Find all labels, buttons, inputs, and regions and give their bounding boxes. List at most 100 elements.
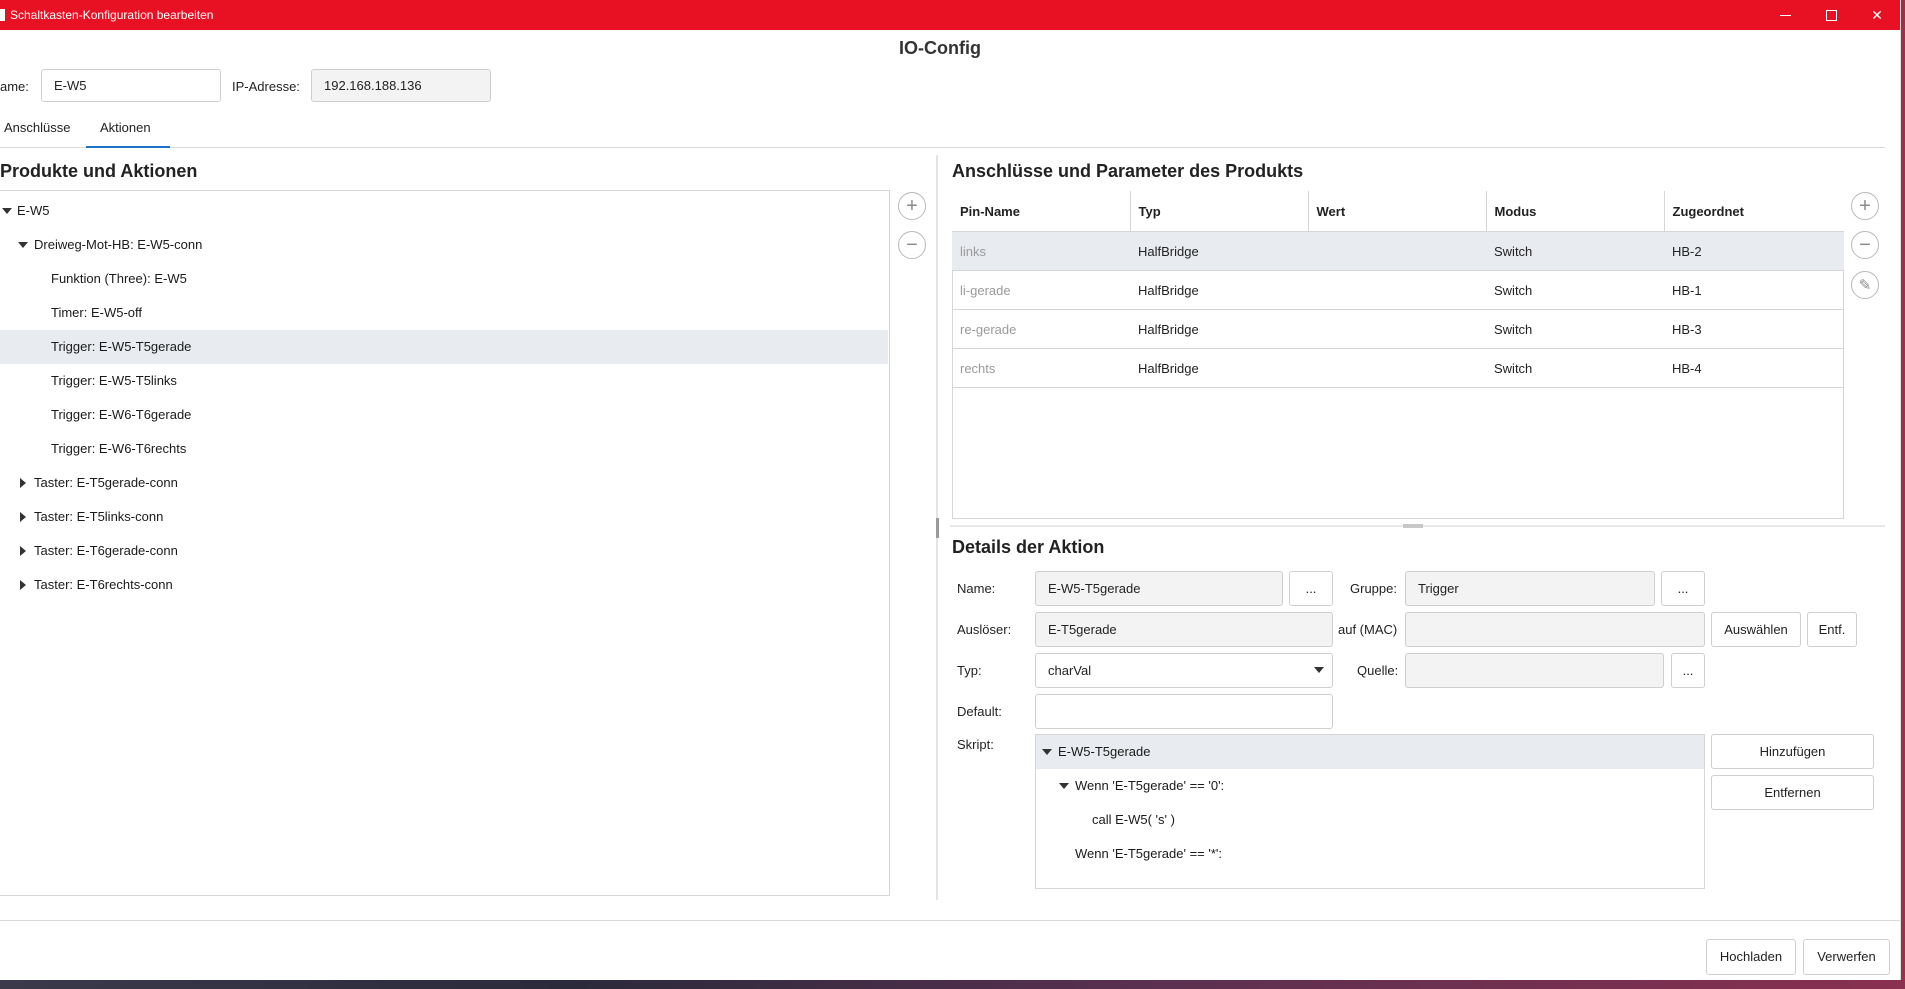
remove-pin-button[interactable]: −: [1851, 231, 1879, 259]
add-product-button[interactable]: +: [898, 192, 926, 220]
entfernen-button[interactable]: Entfernen: [1711, 775, 1874, 810]
table-row[interactable]: links HalfBridge Switch HB-2: [952, 231, 1844, 271]
tree-item[interactable]: Trigger: E-W5-T5links: [0, 364, 888, 398]
gruppe-browse-button[interactable]: ...: [1661, 571, 1705, 606]
auswaehlen-button[interactable]: Auswählen: [1711, 612, 1801, 647]
pin-name-cell: rechts: [952, 348, 1130, 388]
tree-item[interactable]: Taster: E-T5links-conn: [0, 500, 888, 534]
column-header[interactable]: Wert: [1308, 191, 1487, 232]
tree-item-label: Funktion (Three): E-W5: [51, 271, 187, 286]
app-icon: [0, 9, 5, 21]
wert-cell[interactable]: [1308, 348, 1486, 388]
chevron-right-icon[interactable]: [20, 546, 26, 556]
entf-button[interactable]: Entf.: [1807, 612, 1857, 647]
chevron-right-icon[interactable]: [20, 580, 26, 590]
chevron-down-icon[interactable]: [2, 208, 12, 214]
column-header[interactable]: Zugeordnet: [1664, 191, 1844, 232]
ip-address-field[interactable]: 192.168.188.136: [311, 69, 491, 102]
chevron-down-icon[interactable]: [1042, 749, 1052, 755]
chevron-down-icon[interactable]: [18, 242, 28, 248]
tab-anschluesse[interactable]: Anschlüsse: [4, 120, 70, 135]
tree-item[interactable]: Taster: E-T6rechts-conn: [0, 568, 888, 602]
typ-select-value: charVal: [1048, 663, 1092, 678]
tree-item[interactable]: Taster: E-T5gerade-conn: [0, 466, 888, 500]
close-button[interactable]: ✕: [1854, 0, 1900, 30]
active-tab-indicator: [86, 146, 170, 148]
tree-item[interactable]: Timer: E-W5-off: [0, 296, 888, 330]
chevron-down-icon: [1314, 667, 1324, 673]
skript-label: Skript:: [957, 737, 994, 752]
chevron-down-icon[interactable]: [1059, 783, 1069, 789]
quelle-browse-button[interactable]: ...: [1671, 653, 1705, 688]
add-pin-button[interactable]: +: [1851, 192, 1879, 220]
action-name-browse-button[interactable]: ...: [1289, 571, 1333, 606]
quelle-label: Quelle:: [1357, 663, 1399, 678]
edit-pin-button[interactable]: ✎: [1851, 271, 1879, 299]
tree-item-label: Taster: E-T6rechts-conn: [34, 577, 173, 592]
modus-cell: Switch: [1486, 309, 1664, 349]
table-row[interactable]: rechts HalfBridge Switch HB-4: [952, 348, 1844, 388]
tree-item[interactable]: Dreiweg-Mot-HB: E-W5-conn: [0, 228, 888, 262]
tree-item[interactable]: Trigger: E-W6-T6rechts: [0, 432, 888, 466]
script-item[interactable]: Wenn 'E-T5gerade' == '0':: [1036, 769, 1704, 803]
tree-item-selected[interactable]: Trigger: E-W5-T5gerade: [0, 330, 888, 364]
gruppe-input[interactable]: Trigger: [1405, 571, 1655, 606]
minimize-button[interactable]: [1762, 0, 1808, 30]
action-name-label: Name:: [957, 581, 996, 596]
discard-button[interactable]: Verwerfen: [1803, 939, 1890, 975]
mac-input[interactable]: [1405, 612, 1705, 647]
typ-select[interactable]: charVal: [1035, 653, 1333, 688]
name-input[interactable]: E-W5: [41, 69, 221, 102]
tree-item-label: Trigger: E-W6-T6rechts: [51, 441, 187, 456]
plus-icon: +: [906, 195, 918, 217]
tab-aktionen[interactable]: Aktionen: [100, 120, 151, 135]
tab-bar-divider: [0, 147, 1885, 148]
tree-item-label: Trigger: E-W5-T5links: [51, 373, 177, 388]
splitter-grip[interactable]: [936, 518, 939, 538]
table-header-row: Pin-Name Typ Wert Modus Zugeordnet: [952, 191, 1844, 232]
action-details-title: Details der Aktion: [952, 537, 1105, 557]
typ-cell: HalfBridge: [1130, 348, 1308, 388]
horizontal-splitter-grip[interactable]: [1403, 524, 1423, 528]
column-header[interactable]: Typ: [1130, 191, 1309, 232]
ausloeser-input[interactable]: E-T5gerade: [1035, 612, 1333, 647]
minus-icon: −: [1859, 234, 1871, 256]
quelle-input[interactable]: [1405, 653, 1664, 688]
hinzufuegen-button[interactable]: Hinzufügen: [1711, 734, 1874, 769]
tree-item-label: Taster: E-T5links-conn: [34, 509, 164, 524]
tree-item[interactable]: Trigger: E-W6-T6gerade: [0, 398, 888, 432]
wert-cell[interactable]: [1308, 309, 1486, 349]
tree-item-label: Timer: E-W5-off: [51, 305, 143, 320]
tree-item-label: Taster: E-T6gerade-conn: [34, 543, 178, 558]
maximize-button[interactable]: [1808, 0, 1854, 30]
typ-cell: HalfBridge: [1130, 270, 1308, 310]
column-header[interactable]: Pin-Name: [952, 191, 1131, 232]
tree-item[interactable]: Taster: E-T6gerade-conn: [0, 534, 888, 568]
pin-name-cell: links: [952, 231, 1130, 271]
script-item-selected[interactable]: E-W5-T5gerade: [1036, 735, 1704, 769]
tree-item-label: Trigger: E-W6-T6gerade: [51, 407, 192, 422]
footer-divider: [0, 920, 1900, 921]
default-input[interactable]: [1035, 694, 1333, 729]
table-row[interactable]: re-gerade HalfBridge Switch HB-3: [952, 309, 1844, 349]
wert-cell[interactable]: [1308, 231, 1486, 271]
action-name-input[interactable]: E-W5-T5gerade: [1035, 571, 1283, 606]
modus-cell: Switch: [1486, 270, 1664, 310]
product-pins-title: Anschlüsse und Parameter des Produkts: [952, 161, 1304, 181]
script-item[interactable]: call E-W5( 's' ): [1036, 803, 1704, 837]
wert-cell[interactable]: [1308, 270, 1486, 310]
chevron-right-icon[interactable]: [20, 478, 26, 488]
products-actions-title: Produkte und Aktionen: [0, 161, 198, 181]
typ-cell: HalfBridge: [1130, 231, 1308, 271]
pin-name-cell: re-gerade: [952, 309, 1130, 349]
tree-item[interactable]: E-W5: [0, 194, 888, 228]
table-row[interactable]: li-gerade HalfBridge Switch HB-1: [952, 270, 1844, 310]
script-item[interactable]: Wenn 'E-T5gerade' == '*':: [1036, 837, 1704, 871]
remove-product-button[interactable]: −: [898, 231, 926, 259]
zugeordnet-cell: HB-1: [1664, 270, 1844, 310]
tree-item[interactable]: Funktion (Three): E-W5: [0, 262, 888, 296]
chevron-right-icon[interactable]: [20, 512, 26, 522]
column-header[interactable]: Modus: [1486, 191, 1665, 232]
upload-button[interactable]: Hochladen: [1706, 939, 1796, 975]
ip-label: IP-Adresse:: [232, 79, 300, 94]
